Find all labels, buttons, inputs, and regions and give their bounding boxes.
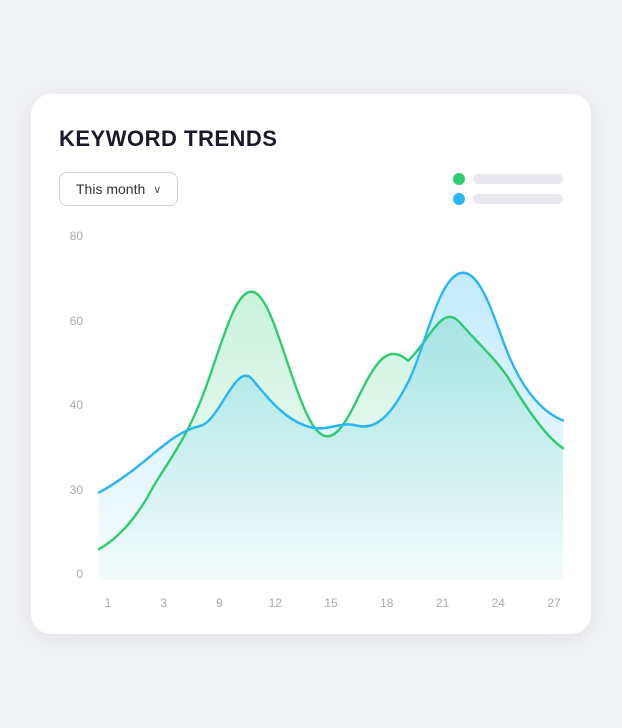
legend-item-blue (453, 193, 563, 205)
legend-dot-green (453, 173, 465, 185)
y-label-80: 80 (70, 230, 83, 242)
x-label-9: 9 (211, 596, 229, 610)
x-label-21: 21 (434, 596, 452, 610)
chevron-down-icon: ∨ (153, 183, 161, 196)
legend-label-green (473, 174, 563, 184)
y-axis: 80 60 40 30 0 (59, 230, 91, 580)
controls-row: This month ∨ (59, 172, 563, 206)
card-title: KEYWORD TRENDS (59, 126, 563, 152)
x-label-27: 27 (545, 596, 563, 610)
y-label-60: 60 (70, 315, 83, 327)
legend-item-green (453, 173, 563, 185)
chart-container: 80 60 40 30 0 (59, 230, 563, 610)
y-label-0: 0 (76, 568, 83, 580)
x-label-18: 18 (378, 596, 396, 610)
chart-area (99, 230, 563, 580)
y-label-40: 40 (70, 399, 83, 411)
legend-dot-blue (453, 193, 465, 205)
y-label-30: 30 (70, 484, 83, 496)
time-period-dropdown[interactable]: This month ∨ (59, 172, 178, 206)
x-axis: 1 3 9 12 15 18 21 24 27 (99, 596, 563, 610)
x-label-15: 15 (322, 596, 340, 610)
x-label-3: 3 (155, 596, 173, 610)
x-label-1: 1 (99, 596, 117, 610)
x-label-24: 24 (489, 596, 507, 610)
legend (453, 173, 563, 205)
legend-label-blue (473, 194, 563, 204)
keyword-trends-card: KEYWORD TRENDS This month ∨ 80 60 40 30 … (31, 94, 591, 634)
x-label-12: 12 (266, 596, 284, 610)
chart-svg (99, 230, 563, 580)
dropdown-label: This month (76, 181, 145, 197)
